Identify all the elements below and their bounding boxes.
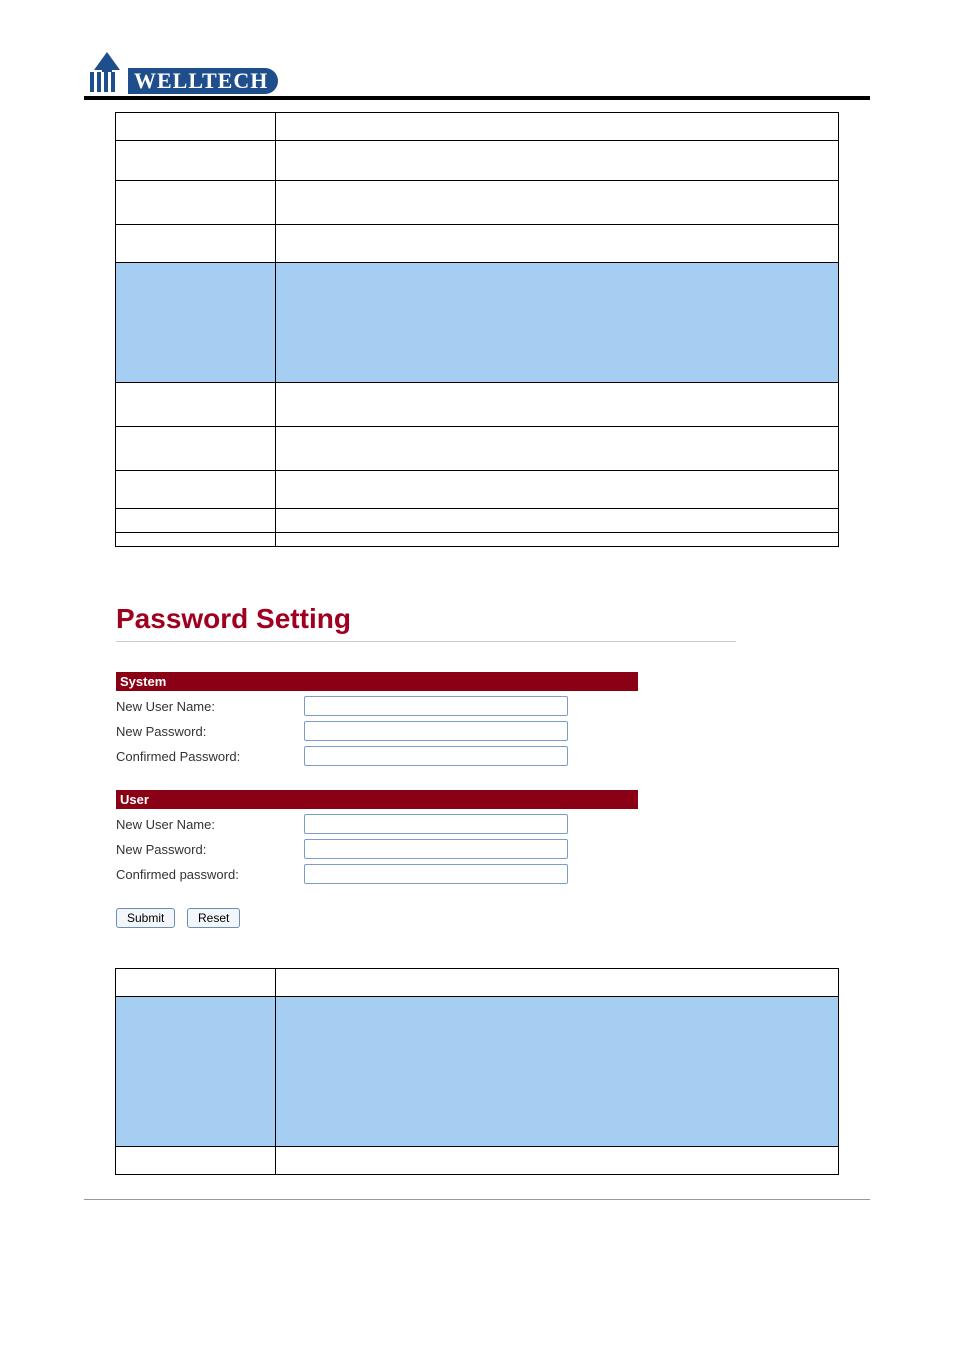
system-group: System New User Name: New Password: Conf…: [116, 672, 838, 766]
table-cell: [116, 509, 276, 533]
table-cell: [276, 427, 839, 471]
table-cell: [276, 997, 839, 1147]
table-cell: [116, 533, 276, 547]
system-confirm-input[interactable]: [304, 746, 568, 766]
table-cell: [116, 471, 276, 509]
brand-logo: WELLTECH: [84, 50, 278, 96]
lower-table: [115, 968, 839, 1175]
page-header: WELLTECH: [84, 40, 870, 100]
table-cell: [116, 225, 276, 263]
table-cell: [116, 1147, 276, 1175]
system-confirm-row: Confirmed Password:: [116, 746, 638, 766]
reset-button[interactable]: Reset: [187, 908, 240, 928]
table-cell: [116, 113, 276, 141]
upper-table: [115, 112, 839, 547]
submit-button[interactable]: Submit: [116, 908, 175, 928]
table-cell: [276, 471, 839, 509]
table-cell: [116, 427, 276, 471]
table-cell: [276, 181, 839, 225]
system-username-label: New User Name:: [116, 699, 304, 714]
user-confirm-row: Confirmed password:: [116, 864, 638, 884]
user-username-input[interactable]: [304, 814, 568, 834]
table-cell: [116, 141, 276, 181]
table-cell: [116, 997, 276, 1147]
user-confirm-input[interactable]: [304, 864, 568, 884]
user-password-row: New Password:: [116, 839, 638, 859]
table-cell: [276, 113, 839, 141]
system-header: System: [116, 672, 638, 691]
system-password-input[interactable]: [304, 721, 568, 741]
table-cell: [276, 383, 839, 427]
user-group: User New User Name: New Password: Confir…: [116, 790, 838, 884]
system-confirm-label: Confirmed Password:: [116, 749, 304, 764]
title-divider: [116, 641, 736, 642]
table-cell: [276, 1147, 839, 1175]
password-setting-panel: Password Setting System New User Name: N…: [116, 603, 838, 928]
table-cell: [276, 263, 839, 383]
system-username-input[interactable]: [304, 696, 568, 716]
table-cell: [116, 263, 276, 383]
table-cell: [276, 969, 839, 997]
user-password-input[interactable]: [304, 839, 568, 859]
table-cell: [276, 141, 839, 181]
button-row: Submit Reset: [116, 908, 838, 928]
table-cell: [116, 181, 276, 225]
table-cell: [276, 225, 839, 263]
system-username-row: New User Name:: [116, 696, 638, 716]
table-cell: [276, 533, 839, 547]
user-password-label: New Password:: [116, 842, 304, 857]
footer-divider: [84, 1199, 870, 1200]
table-cell: [116, 969, 276, 997]
user-username-label: New User Name:: [116, 817, 304, 832]
logo-arrow-icon: [84, 50, 130, 96]
user-header: User: [116, 790, 638, 809]
user-confirm-label: Confirmed password:: [116, 867, 304, 882]
system-password-row: New Password:: [116, 721, 638, 741]
system-password-label: New Password:: [116, 724, 304, 739]
page-title: Password Setting: [116, 603, 838, 635]
table-cell: [116, 383, 276, 427]
table-cell: [276, 509, 839, 533]
brand-name: WELLTECH: [128, 68, 278, 94]
user-username-row: New User Name:: [116, 814, 638, 834]
